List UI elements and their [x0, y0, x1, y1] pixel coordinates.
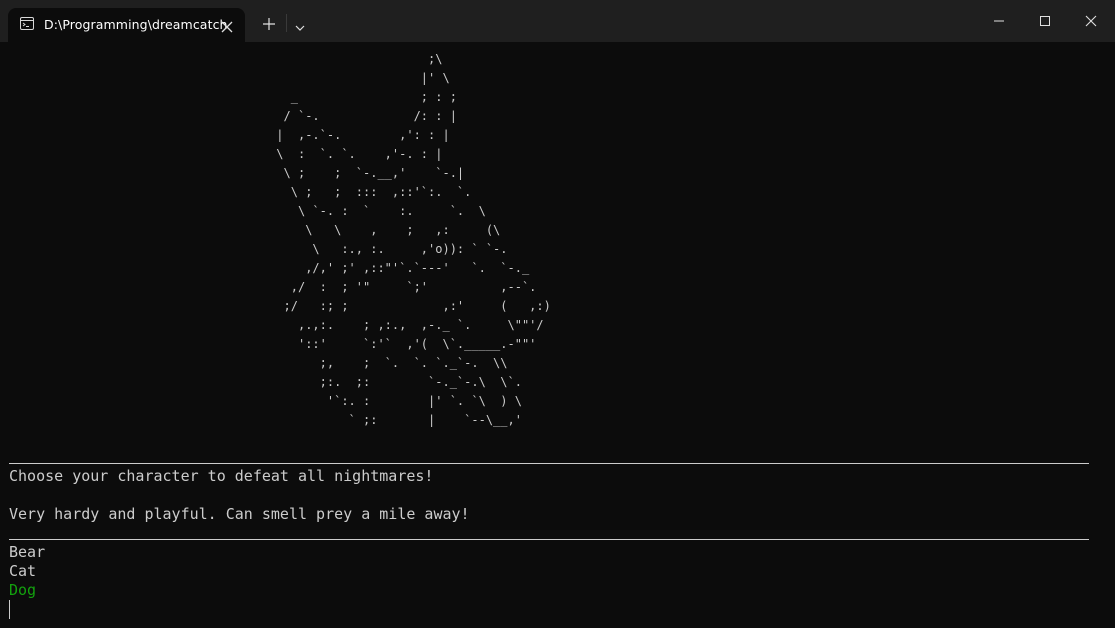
dog-ascii-art: ;\ |' \ _ ; : ; / `-. /: : | | ,-.`-. ,'…	[276, 52, 551, 427]
tab-title: D:\Programming\dreamcatch	[44, 17, 228, 32]
divider-line	[9, 539, 1089, 541]
option-dog-selected[interactable]: Dog	[9, 581, 36, 600]
close-tab-icon[interactable]	[221, 18, 233, 33]
maximize-button[interactable]	[1022, 0, 1068, 42]
character-description: Very hardy and playful. Can smell prey a…	[9, 505, 470, 523]
text-cursor	[9, 600, 10, 619]
minimize-icon	[994, 20, 1004, 22]
minimize-button[interactable]	[976, 0, 1022, 42]
chevron-down-icon[interactable]	[294, 18, 306, 31]
tab-divider	[286, 14, 287, 32]
terminal-output[interactable]: ;\ |' \ _ ; : ; / `-. /: : | | ,-.`-. ,'…	[0, 42, 1115, 628]
title-bar: D:\Programming\dreamcatch	[0, 0, 1115, 42]
prompt-title: Choose your character to defeat all nigh…	[9, 467, 434, 485]
option-cat[interactable]: Cat	[9, 562, 36, 581]
new-tab-icon[interactable]	[262, 16, 276, 30]
terminal-icon	[20, 17, 34, 30]
tab-dreamcatch[interactable]: D:\Programming\dreamcatch	[8, 8, 245, 42]
close-window-button[interactable]	[1068, 0, 1114, 42]
terminal-window: D:\Programming\dreamcatch ;\ |' \ _ ;: …	[0, 0, 1115, 628]
divider-line	[9, 463, 1089, 465]
maximize-icon	[1040, 16, 1050, 26]
option-bear[interactable]: Bear	[9, 543, 45, 562]
close-icon	[1085, 15, 1097, 27]
